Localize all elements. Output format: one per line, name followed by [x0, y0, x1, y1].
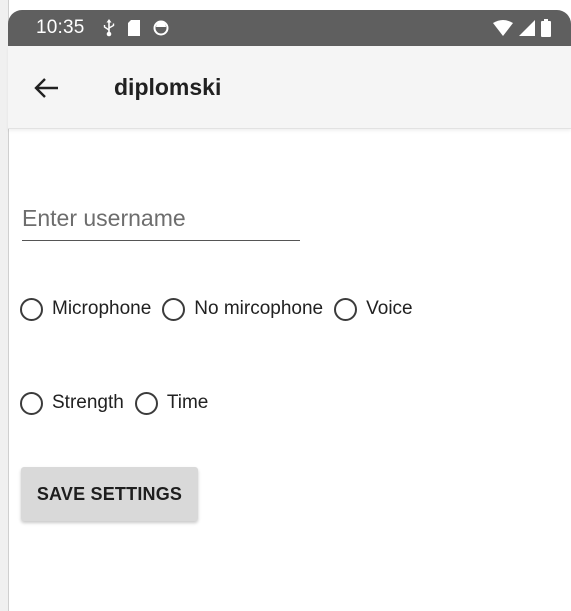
- back-button[interactable]: [30, 72, 66, 104]
- radio-group-row-1: Microphone No mircophone Voice: [20, 295, 424, 323]
- radio-group-row-2: Strength Time: [20, 389, 219, 417]
- radio-unchecked-icon: [334, 297, 358, 321]
- radio-strength[interactable]: Strength: [20, 391, 124, 415]
- radio-unchecked-icon: [162, 297, 186, 321]
- username-input[interactable]: [22, 202, 298, 234]
- sync-icon: [153, 20, 169, 36]
- sd-card-icon: [128, 20, 140, 36]
- app-bar: diplomski: [8, 46, 571, 129]
- radio-label: No mircophone: [194, 298, 324, 319]
- app-title: diplomski: [114, 74, 222, 100]
- username-field[interactable]: [22, 198, 300, 241]
- status-icons-left: [102, 17, 170, 39]
- radio-label: Microphone: [52, 298, 152, 319]
- status-bar: 10:35: [8, 10, 571, 46]
- radio-label: Voice: [366, 298, 413, 319]
- phone-screen: 10:35 diplomski Enter username Microphon…: [0, 0, 571, 611]
- radio-unchecked-icon: [134, 391, 158, 415]
- radio-microphone[interactable]: Microphone: [20, 297, 152, 321]
- battery-icon: [541, 19, 551, 37]
- radio-label: Time: [166, 392, 209, 413]
- usb-icon: [103, 19, 115, 37]
- radio-voice[interactable]: Voice: [334, 297, 413, 321]
- radio-no-microphone[interactable]: No mircophone: [162, 297, 324, 321]
- radio-time[interactable]: Time: [134, 391, 209, 415]
- radio-label: Strength: [52, 392, 124, 413]
- status-time: 10:35: [36, 17, 85, 38]
- arrow-left-icon: [34, 78, 58, 98]
- signal-icon: [519, 20, 535, 36]
- status-icons-right: [493, 17, 551, 39]
- wifi-icon: [493, 20, 513, 36]
- radio-unchecked-icon: [20, 297, 43, 321]
- save-settings-button[interactable]: SAVE SETTINGS: [21, 467, 198, 521]
- radio-unchecked-icon: [20, 391, 43, 415]
